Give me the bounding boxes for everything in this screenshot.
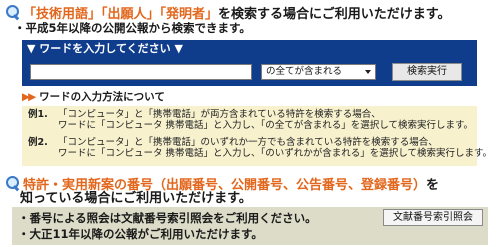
example2-text1: 「コンピュータ」と「携帯電話」のいずれか一方でも含まれている特許を検索する場合、 [58, 137, 438, 148]
chevron-down-icon [365, 70, 371, 74]
bullet-number-reference: ・番号による照会は文献番号索引照会をご利用ください。 [18, 211, 317, 225]
term-technical: 「技術用語」 [23, 7, 102, 22]
document-number-index-button[interactable]: 文献番号索引照会 [383, 209, 483, 226]
section1-note: ・平成5年以降の公開公報から検索できます。 [14, 21, 251, 35]
word-input[interactable] [30, 64, 252, 80]
search-panel-header: ▼ ワードを入力してください ▼ [27, 42, 183, 55]
example1-label: 例1. [28, 109, 48, 120]
section1-title-rest: を検索する場合にご利用いただけます。 [218, 7, 451, 22]
search-execute-button[interactable]: 検索実行 [392, 63, 462, 81]
number-reference-box: ・番号による照会は文献番号索引照会をご利用ください。 ・大正11年以降の公報がご… [12, 207, 488, 245]
example2-label: 例2. [28, 137, 48, 148]
magnifier-icon [5, 4, 21, 20]
term-applicant: 「出願人」 [101, 7, 160, 22]
example1-text1: 「コンピュータ」と「携帯電話」が両方含まれている特許を検索する場合、 [58, 109, 381, 120]
search-panel: ▼ ワードを入力してください ▼ の全てが含まれる 検索実行 [22, 40, 477, 86]
help-heading: ▶▶ ワードの入力方法について [22, 91, 165, 104]
section2-title-line2: 知っている場合にご利用いただけます。 [20, 191, 252, 206]
example2-line1: 例2. 「コンピュータ」と「携帯電話」のいずれか一方でも含まれている特許を検索する… [28, 137, 438, 148]
example1-line2: ワードに「コンピュータ 携帯電話」と入力し、「の全てが含まれる」を選択して検索実… [28, 120, 473, 131]
example1-line1: 例1. 「コンピュータ」と「携帯電話」が両方含まれている特許を検索する場合、 [28, 109, 381, 120]
help-heading-text: ワードの入力方法について [39, 91, 165, 103]
example2-text2: ワードに「コンピュータ 携帯電話」と入力し、「のいずれかが含まれる」を選択して検… [58, 148, 493, 159]
bullet-taisho: ・大正11年以降の公報がご利用いただけます。 [18, 227, 263, 241]
match-mode-value: の全てが含まれる [266, 66, 343, 77]
match-mode-select[interactable]: の全てが含まれる [261, 64, 376, 80]
help-box: 例1. 「コンピュータ」と「携帯電話」が両方含まれている特許を検索する場合、 ワー… [22, 106, 492, 166]
term-inventor: 「発明者」 [159, 7, 219, 22]
example1-text2: ワードに「コンピュータ 携帯電話」と入力し、「の全てが含まれる」を選択して検索実… [58, 120, 474, 131]
example2-line2: ワードに「コンピュータ 携帯電話」と入力し、「のいずれかが含まれる」を選択して検… [28, 148, 492, 159]
double-arrow-icon: ▶▶ [22, 91, 36, 103]
section2-title-rest: を [426, 178, 440, 193]
magnifier-icon [5, 175, 21, 191]
